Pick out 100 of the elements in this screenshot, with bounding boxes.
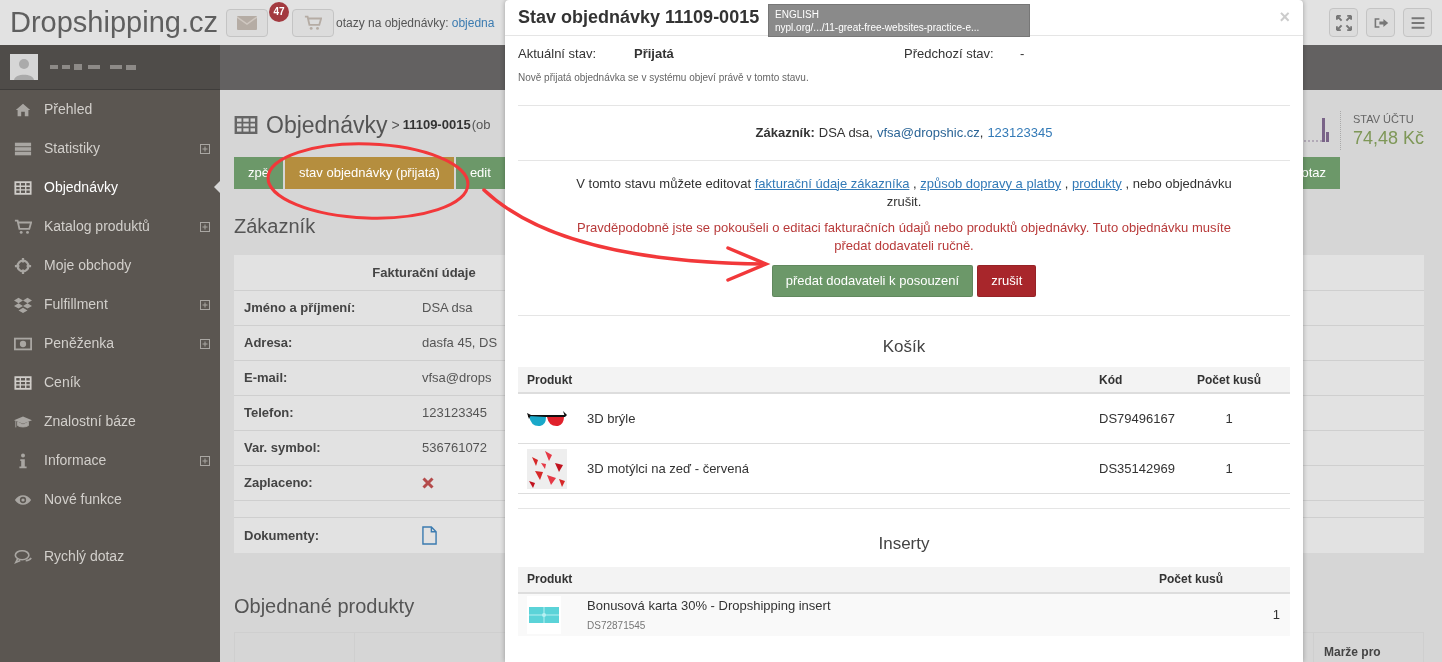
phone-link[interactable]: 123123345 bbox=[987, 122, 1053, 143]
tooltip-url: nypl.org/.../11-great-free-websites-practice-e... bbox=[775, 20, 981, 34]
menu-button[interactable] bbox=[1403, 8, 1432, 37]
table-header: Fakturační údaje bbox=[372, 263, 476, 282]
section-heading: Inserty bbox=[878, 533, 930, 555]
order-status-text: (ob bbox=[471, 116, 491, 135]
toolbar-button[interactable]: zpě bbox=[234, 157, 283, 189]
table-cell-text: 536761072 bbox=[422, 439, 488, 458]
table-cell-text: 1 bbox=[1224, 409, 1234, 428]
table-cell-text: Adresa: bbox=[244, 334, 294, 353]
table-cell-text: Telefon: bbox=[244, 404, 295, 423]
notification-badge: 47 bbox=[268, 1, 289, 22]
table-cell-text: Zaplaceno: bbox=[244, 474, 314, 493]
section-heading: Zákazník bbox=[234, 214, 316, 235]
table-cell-text: DSA dsa bbox=[422, 299, 473, 318]
column-header: Produkt bbox=[527, 571, 574, 588]
table-cell-text: DS79496167 bbox=[1099, 409, 1176, 428]
sidebar-item[interactable]: Katalog produktů bbox=[0, 207, 220, 246]
cart-icon bbox=[303, 13, 322, 32]
edit-link[interactable]: fakturační údaje zákazníka bbox=[754, 175, 910, 191]
sidebar-item[interactable]: Objednávky bbox=[0, 168, 220, 207]
mail-button[interactable] bbox=[225, 8, 268, 37]
fullscreen-icon bbox=[1335, 14, 1352, 31]
cross-icon bbox=[422, 477, 434, 489]
cart-icon bbox=[14, 217, 32, 236]
sidebar-item[interactable]: Ceník bbox=[0, 363, 220, 402]
modal-title: Stav objednávky 11109-0015 bbox=[518, 6, 760, 29]
table-icon bbox=[14, 373, 32, 392]
column-header: Počet kusů bbox=[1196, 371, 1262, 389]
account-balance: 74,48 Kč bbox=[1352, 127, 1424, 150]
document-icon[interactable] bbox=[422, 526, 437, 545]
table-cell-text: 1 bbox=[1272, 605, 1280, 624]
table-cell-text: 1 bbox=[1224, 459, 1234, 478]
sidebar-item[interactable]: Nové funkce bbox=[0, 480, 220, 519]
field-value: Přijatá bbox=[634, 45, 675, 63]
table-cell-text: DS35142969 bbox=[1099, 459, 1176, 478]
edit-link[interactable]: způsob dopravy a platby bbox=[920, 175, 1062, 191]
sidebar-item[interactable]: Přehled bbox=[0, 90, 220, 129]
table-cell-text: Dokumenty: bbox=[244, 526, 321, 545]
submit-button[interactable]: předat dodavateli k posouzení bbox=[771, 264, 974, 297]
crosshair-icon bbox=[14, 256, 32, 275]
logout-button[interactable] bbox=[1366, 8, 1395, 37]
table-cell-text: vfsa@drops bbox=[422, 369, 492, 388]
column-header: Kód bbox=[1099, 371, 1124, 389]
questions-label: otazy na objednávky: bbox=[335, 14, 449, 32]
field-value: - bbox=[1020, 45, 1025, 63]
field-label: Aktuální stav: bbox=[518, 45, 598, 63]
toolbar-button[interactable]: stav objednávky (přijatá) bbox=[284, 157, 454, 189]
breadcrumb-separator: > bbox=[391, 115, 400, 135]
sidebar-item[interactable]: Peněženka bbox=[0, 324, 220, 363]
fullscreen-button[interactable] bbox=[1329, 8, 1358, 37]
table-cell-text: Var. symbol: bbox=[244, 439, 322, 458]
table-cell-text: Bonusová karta 30% - Dropshipping insert bbox=[587, 596, 831, 615]
page-title: Objednávky bbox=[266, 110, 388, 140]
account-label: STAV ÚČTU bbox=[1352, 111, 1415, 127]
section-heading: Košík bbox=[882, 335, 926, 358]
expand-icon[interactable] bbox=[200, 299, 210, 310]
tooltip-language: ENGLISH bbox=[775, 7, 820, 21]
customer-name: DSA dsa, bbox=[818, 123, 873, 142]
sidebar-item[interactable]: Fulfillment bbox=[0, 285, 220, 324]
questions-link[interactable]: objedna bbox=[451, 13, 495, 32]
product-code: DS72871545 bbox=[587, 619, 647, 634]
sidebar-item[interactable]: Informace bbox=[0, 441, 220, 480]
warning-text: Pravděpodobně jste se pokoušeli o editaci fakturačních údajů nebo produktů objednávky. Tuto objednávku musíte předat dodavateli ručně. bbox=[576, 218, 1232, 255]
toolbar-button[interactable]: edit bbox=[455, 157, 505, 189]
expand-icon[interactable] bbox=[200, 221, 210, 232]
menu-icon bbox=[1409, 14, 1426, 31]
table-icon bbox=[14, 178, 32, 197]
email-link[interactable]: vfsa@dropshic.cz bbox=[876, 122, 980, 143]
customer-label: Zákazník: bbox=[755, 123, 815, 142]
expand-icon[interactable] bbox=[200, 338, 210, 349]
table-cell-text: 123123345 bbox=[422, 404, 488, 423]
section-heading: Objednané produkty bbox=[234, 594, 415, 615]
order-number: 11109-0015 bbox=[402, 116, 471, 135]
column-header: Počet kusů bbox=[1159, 571, 1224, 588]
table-cell-text: dasfa 45, DS bbox=[422, 334, 498, 353]
separator: , bbox=[979, 123, 984, 142]
avatar-icon bbox=[10, 54, 38, 80]
expand-icon[interactable] bbox=[200, 455, 210, 466]
cart-button[interactable] bbox=[291, 8, 334, 37]
sidebar-item[interactable]: Moje obchody bbox=[0, 246, 220, 285]
active-pointer-icon bbox=[214, 181, 220, 193]
cancel-button[interactable]: zrušit bbox=[977, 264, 1037, 297]
table-cell-text: 3D brýle bbox=[587, 409, 637, 428]
sidebar-item[interactable]: Rychlý dotaz bbox=[0, 537, 220, 576]
status-note: Nově přijatá objednávka se v systému objeví právě v tomto stavu. bbox=[518, 70, 810, 85]
table-icon bbox=[234, 113, 258, 137]
column-header: Produkt bbox=[527, 371, 574, 389]
expand-icon[interactable] bbox=[200, 143, 210, 154]
sidebar-item[interactable]: Statistiky bbox=[0, 129, 220, 168]
sidebar-item[interactable]: Znalostní báze bbox=[0, 402, 220, 441]
table-cell-text: E-mail: bbox=[244, 369, 289, 388]
table-cell-text: Jméno a příjmení: bbox=[244, 299, 357, 318]
table-cell-text: 3D motýlci na zeď - červená bbox=[587, 459, 750, 478]
edit-link[interactable]: produkty bbox=[1072, 175, 1122, 191]
boxes-icon bbox=[14, 295, 32, 314]
envelope-icon bbox=[236, 15, 257, 30]
logo[interactable]: Dropshipping.cz bbox=[10, 8, 218, 37]
speech-bubbles-icon bbox=[14, 547, 32, 566]
edit-info-text: V tomto stavu můžete editovat fakturační údaje zákazníka , způsob dopravy a platby , produkty , nebo objednávku zrušit. bbox=[575, 174, 1233, 211]
